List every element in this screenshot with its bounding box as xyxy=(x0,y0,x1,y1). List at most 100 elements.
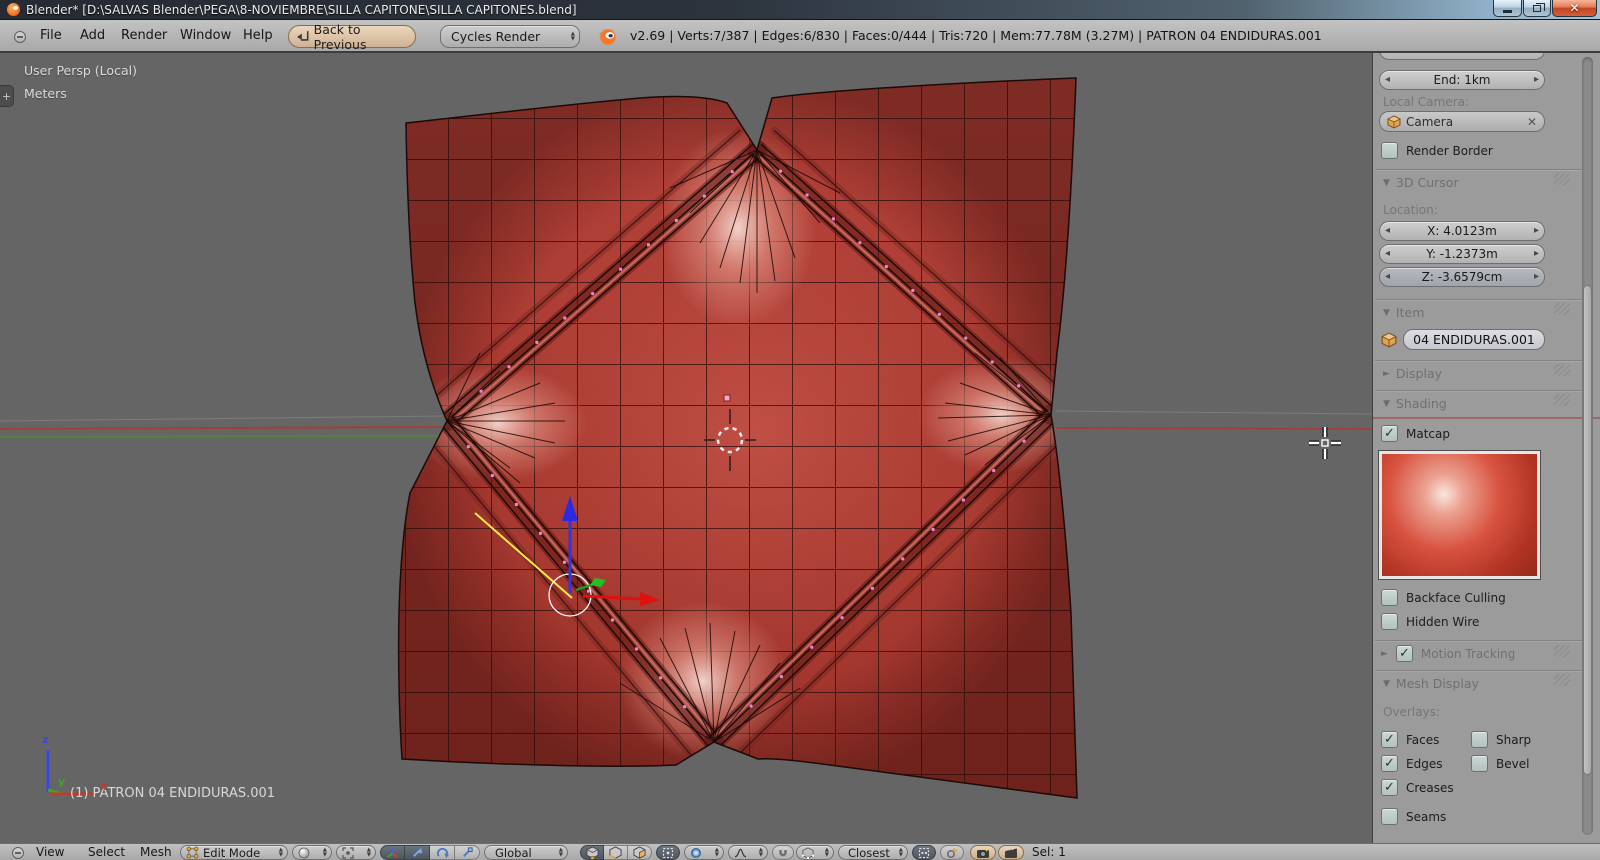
pivot-point-select[interactable]: ▲▼ xyxy=(336,845,376,860)
cursor-y-field[interactable]: ◂ Y: -1.2373m ▸ xyxy=(1379,244,1545,264)
overlay-seams-row[interactable]: ✓ Seams xyxy=(1381,808,1446,825)
render-border-row[interactable]: ✓ Render Border xyxy=(1381,142,1493,159)
mode-select[interactable]: Edit Mode ▲▼ xyxy=(180,845,288,860)
increment-icon[interactable]: ▸ xyxy=(1534,225,1539,236)
sharp-checkbox[interactable]: ✓ xyxy=(1471,731,1488,748)
blender-window: Blender* [D:\SALVAS Blender\PEGA\8-NOVIE… xyxy=(0,0,1600,860)
panel-3d-cursor[interactable]: ▼ 3D Cursor xyxy=(1383,175,1459,190)
spinner-icon: ▲▼ xyxy=(825,848,829,857)
menu-view[interactable]: View xyxy=(36,844,64,860)
overlay-faces-row[interactable]: ✓ Faces xyxy=(1381,731,1439,748)
back-to-previous-button[interactable]: Back to Previous xyxy=(288,25,416,48)
cursor-x-field[interactable]: ◂ X: 4.0123m ▸ xyxy=(1379,221,1545,241)
opengl-render-anim-button[interactable] xyxy=(998,845,1024,860)
limit-selection-visible-button[interactable] xyxy=(656,845,680,860)
minimize-button[interactable] xyxy=(1493,0,1522,17)
sidebar-scrollbar[interactable] xyxy=(1582,57,1593,835)
vertex-mode-cube-icon xyxy=(586,846,599,859)
clip-start-field-partial[interactable] xyxy=(1379,53,1545,60)
snap-target-select[interactable]: Closest ▲▼ xyxy=(838,845,908,860)
matcap-preview[interactable] xyxy=(1378,450,1541,580)
close-button[interactable]: ✕ xyxy=(1552,0,1597,17)
backface-culling-checkbox[interactable]: ✓ xyxy=(1381,589,1398,606)
panel-motion-tracking[interactable]: ► ✓ Motion Tracking xyxy=(1381,645,1515,662)
increment-icon[interactable]: ▸ xyxy=(1534,271,1539,282)
panel-grip[interactable] xyxy=(1554,674,1570,686)
motion-tracking-checkbox[interactable]: ✓ xyxy=(1396,645,1413,662)
decrement-icon[interactable]: ◂ xyxy=(1385,225,1390,236)
hidden-wire-checkbox[interactable]: ✓ xyxy=(1381,613,1398,630)
toolshelf-tab[interactable]: + xyxy=(0,85,14,107)
render-engine-select[interactable]: Cycles Render ▲▼ xyxy=(440,25,580,48)
panel-display[interactable]: ► Display xyxy=(1383,366,1442,381)
item-name-field[interactable]: 04 ENDIDURAS.001 xyxy=(1403,329,1545,350)
panel-grip[interactable] xyxy=(1554,364,1570,376)
increment-icon[interactable]: ▸ xyxy=(1534,74,1539,85)
menu-window[interactable]: Window xyxy=(180,20,231,51)
overlay-bevel-row[interactable]: ✓ Bevel xyxy=(1471,755,1529,772)
opengl-render-button[interactable] xyxy=(970,845,996,860)
snap-peel-button[interactable] xyxy=(940,845,964,860)
translate-manipulator-button[interactable] xyxy=(405,845,430,860)
increment-icon[interactable]: ▸ xyxy=(1534,248,1539,259)
backface-culling-row[interactable]: ✓ Backface Culling xyxy=(1381,589,1506,606)
menu-add[interactable]: Add xyxy=(80,20,105,51)
decrement-icon[interactable]: ◂ xyxy=(1385,248,1390,259)
snap-toggle-button[interactable] xyxy=(772,845,794,860)
matcap-row[interactable]: ✓ Matcap xyxy=(1381,425,1450,442)
panel-grip[interactable] xyxy=(1554,394,1570,406)
clear-camera-icon[interactable]: ✕ xyxy=(1527,115,1537,129)
cursor-z-field[interactable]: ◂ Z: -3.6579cm ▸ xyxy=(1379,267,1545,287)
panel-grip[interactable] xyxy=(1554,645,1570,657)
panel-mesh-display[interactable]: ▼ Mesh Display xyxy=(1383,676,1479,691)
axis-z-label: z xyxy=(42,733,48,746)
panel-grip[interactable] xyxy=(1554,303,1570,315)
transform-orientation-select[interactable]: Global ▲▼ xyxy=(484,845,568,860)
properties-sidebar: ◂ End: 1km ▸ Local Camera: Camera ✕ ✓ Re… xyxy=(1372,53,1600,843)
panel-shading[interactable]: ▼ Shading xyxy=(1383,396,1447,411)
matcap-checkbox[interactable]: ✓ xyxy=(1381,425,1398,442)
edge-select-mode-button[interactable] xyxy=(604,845,628,860)
panel-grip[interactable] xyxy=(1554,173,1570,185)
face-select-mode-button[interactable] xyxy=(628,845,652,860)
snap-peel-icon xyxy=(946,847,958,859)
bevel-checkbox[interactable]: ✓ xyxy=(1471,755,1488,772)
viewport-shading-select[interactable]: ▲▼ xyxy=(292,845,332,860)
sidebar-scrollbar-thumb[interactable] xyxy=(1583,285,1592,775)
seams-checkbox[interactable]: ✓ xyxy=(1381,808,1398,825)
falloff-select[interactable]: ▲▼ xyxy=(728,845,768,860)
snap-element-select[interactable]: ▲▼ xyxy=(796,845,834,860)
edges-checkbox[interactable]: ✓ xyxy=(1381,755,1398,772)
clip-end-field[interactable]: ◂ End: 1km ▸ xyxy=(1379,70,1545,90)
clapperboard-icon xyxy=(1004,847,1018,859)
matcap-sphere-image xyxy=(1382,454,1537,576)
camera-field[interactable]: Camera ✕ xyxy=(1379,111,1545,132)
overlay-sharp-row[interactable]: ✓ Sharp xyxy=(1471,731,1531,748)
render-border-checkbox[interactable]: ✓ xyxy=(1381,142,1398,159)
menu-mesh[interactable]: Mesh xyxy=(140,844,172,860)
panel-item[interactable]: ▼ Item xyxy=(1383,305,1424,320)
collapse-menus-icon[interactable] xyxy=(12,847,24,859)
hidden-wire-row[interactable]: ✓ Hidden Wire xyxy=(1381,613,1479,630)
rotate-manipulator-button[interactable] xyxy=(430,845,455,860)
viewport-3d[interactable]: User Persp (Local) Meters (1) PATRON 04 … xyxy=(0,53,1372,843)
menu-select[interactable]: Select xyxy=(88,844,125,860)
snap-self-button[interactable] xyxy=(912,845,936,860)
overlay-creases-row[interactable]: ✓ Creases xyxy=(1381,779,1454,796)
creases-checkbox[interactable]: ✓ xyxy=(1381,779,1398,796)
decrement-icon[interactable]: ◂ xyxy=(1385,74,1390,85)
edge-mode-cube-icon xyxy=(609,846,622,859)
faces-checkbox[interactable]: ✓ xyxy=(1381,731,1398,748)
scale-manipulator-button[interactable] xyxy=(455,845,480,860)
collapse-menus-icon[interactable] xyxy=(14,31,26,43)
menu-file[interactable]: File xyxy=(40,20,62,51)
restore-button[interactable] xyxy=(1523,0,1551,17)
manipulator-toggle-button[interactable] xyxy=(380,845,405,860)
overlay-edges-row[interactable]: ✓ Edges xyxy=(1381,755,1442,772)
decrement-icon[interactable]: ◂ xyxy=(1385,271,1390,282)
proportional-edit-select[interactable]: ▲▼ xyxy=(684,845,724,860)
vertex-select-mode-button[interactable] xyxy=(580,845,604,860)
menu-help[interactable]: Help xyxy=(243,20,273,51)
mesh-data-cube-icon xyxy=(1381,332,1397,348)
menu-render[interactable]: Render xyxy=(121,20,167,51)
